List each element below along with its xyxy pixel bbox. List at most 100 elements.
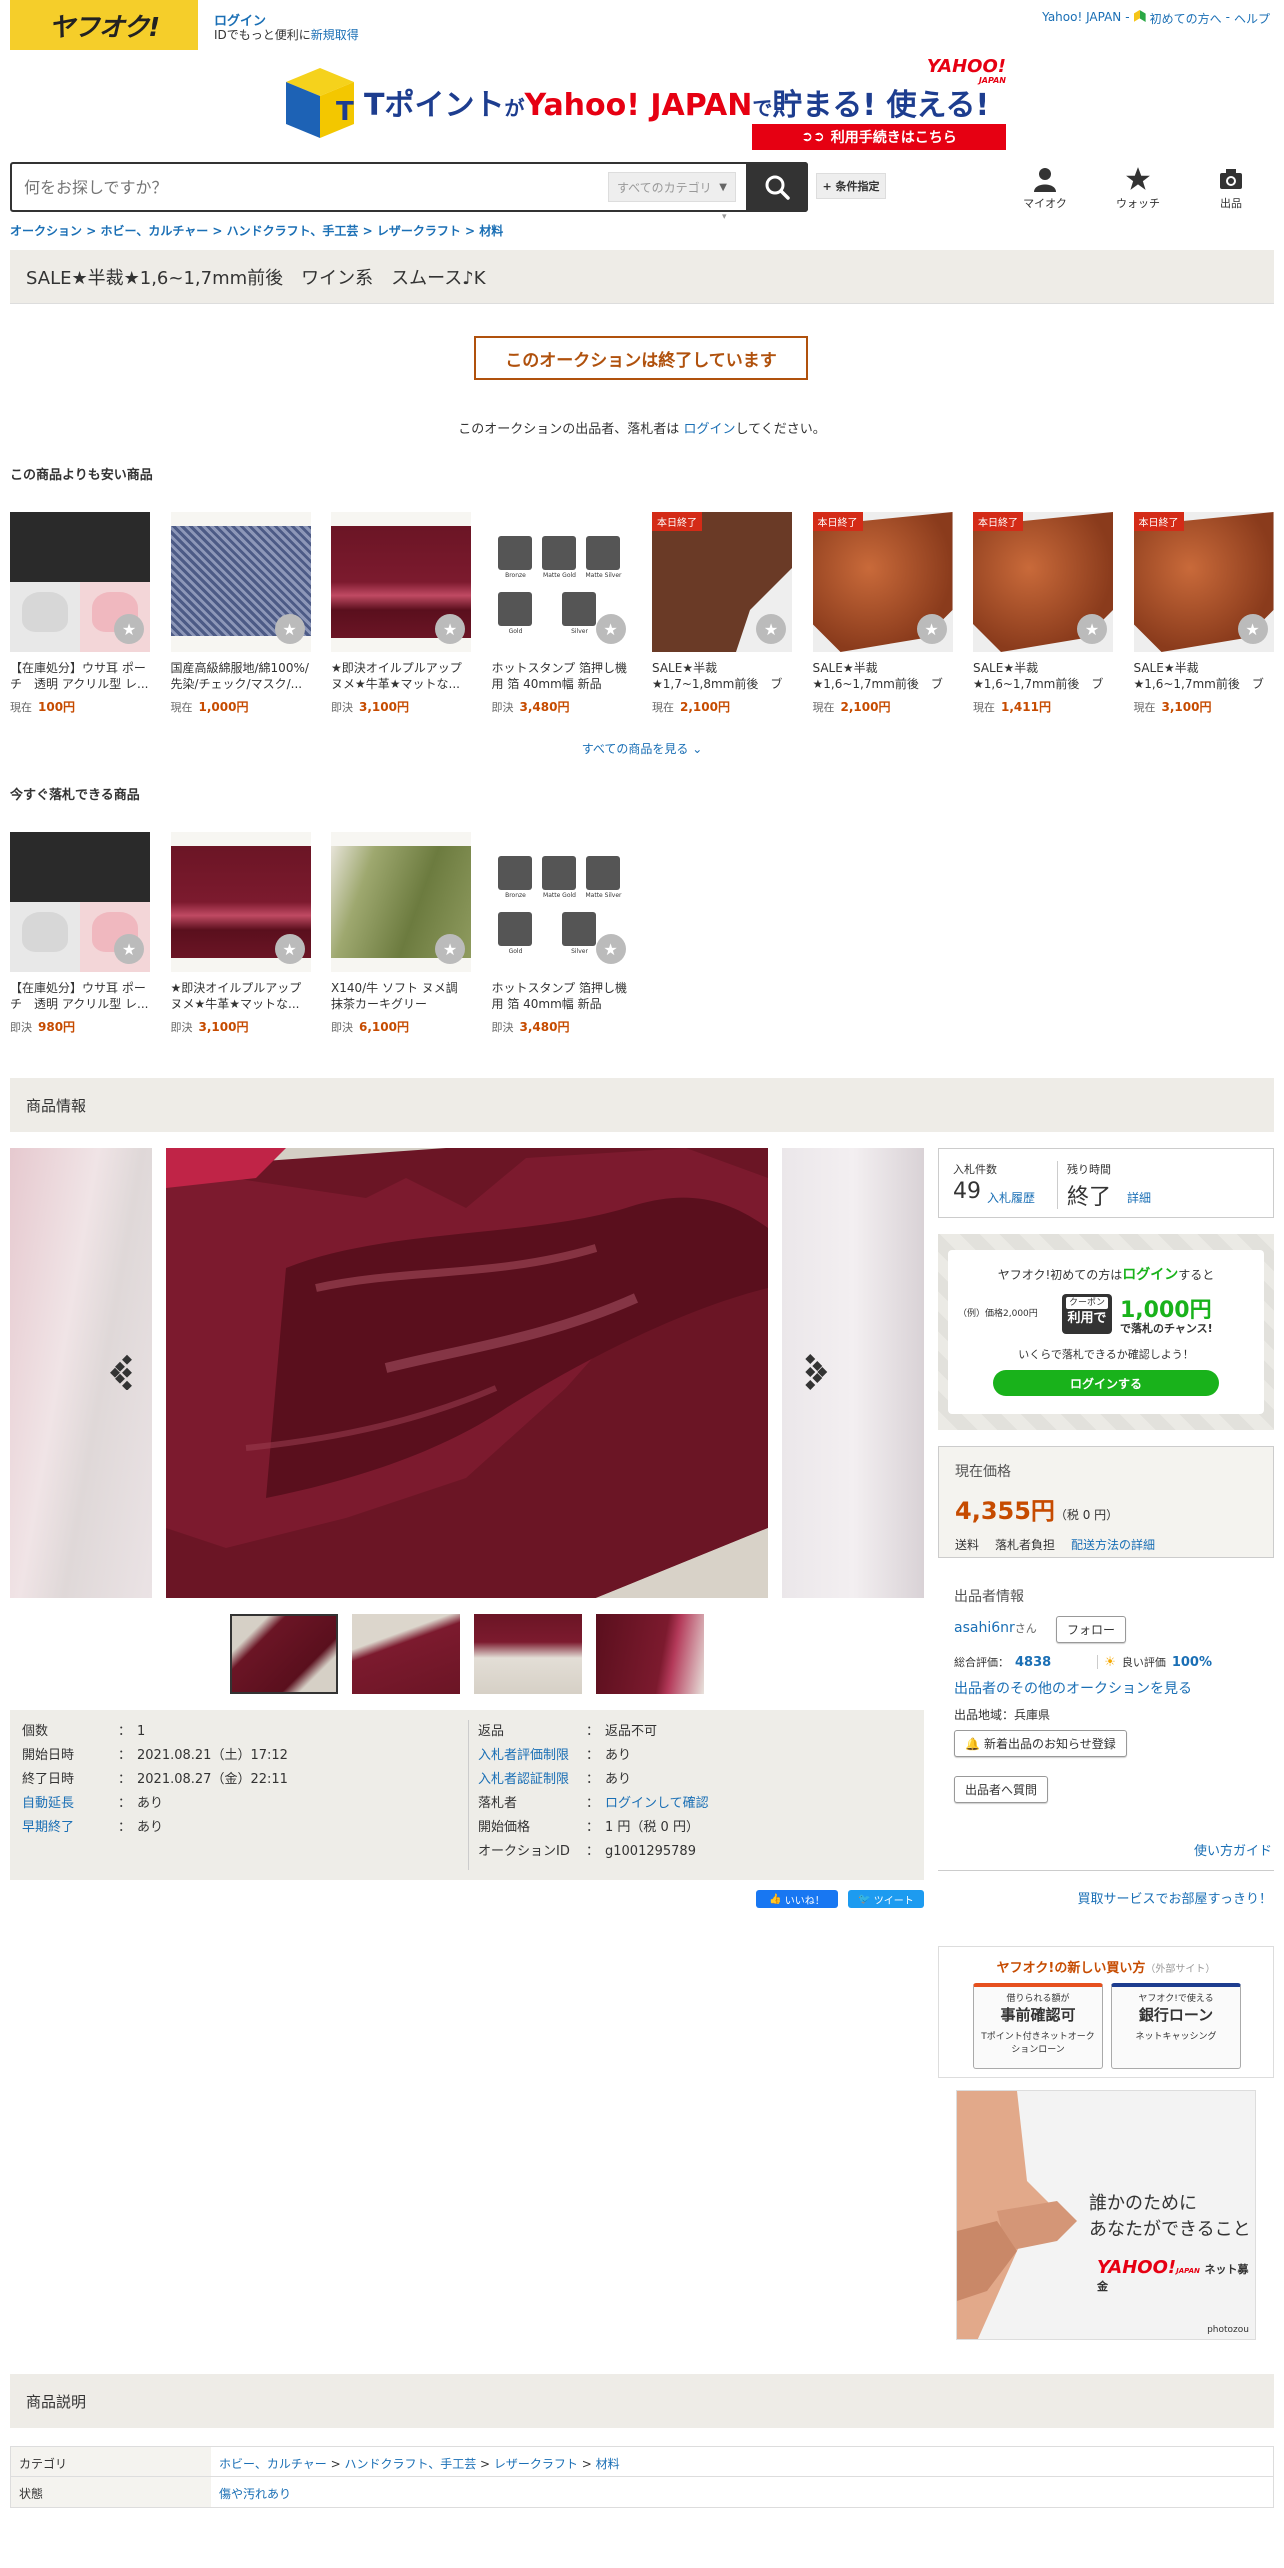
detail-label[interactable]: 入札者評価制限 [478,1744,586,1768]
breadcrumb-item[interactable]: オークション [10,224,82,238]
thumbnail-image[interactable] [352,1614,460,1694]
facebook-like-button[interactable]: 👍 いいね！ [756,1890,838,1908]
desc-category-link[interactable]: 材料 [596,2457,620,2471]
category-select[interactable]: すべてのカテゴリ ▼ [608,172,736,202]
watch-star-icon[interactable]: ★ [756,614,786,644]
detail-label[interactable]: 入札者認証制限 [478,1768,586,1792]
product-title[interactable]: SALE★半裁★1,6~1,7mm前後 ブラウン アン... [813,660,953,692]
product-card[interactable]: 本日終了 ★ SALE★半裁★1,7~1,8mm前後 ブラウン スム... 現在2,1… [652,512,792,715]
watch-star-icon[interactable]: ★ [274,614,305,644]
product-thumbnail[interactable]: ★ [170,512,311,652]
watch-star-icon[interactable]: ★ [1077,614,1107,644]
product-thumbnail[interactable]: Bronze Matte Gold Matte Silver Gold Silver ★ [491,512,632,652]
promo-login-button[interactable]: ログインする [993,1370,1219,1396]
loan-card[interactable]: 借りられる額が 事前確認可 Tポイント付きネットオークションローン [973,1983,1103,2069]
product-title[interactable]: 【在庫処分】ウサ耳 ポーチ 透明 アクリル型 レ... [10,980,150,1012]
product-card[interactable]: ★ 国産高級綿服地/綿100%/先染/チェック/マスク/... 現在 1,000円 [170,512,311,715]
product-thumbnail[interactable]: ★ [170,832,311,972]
watch-star-icon[interactable]: ★ [114,934,144,964]
watch-star-icon[interactable]: ★ [114,614,144,644]
product-title[interactable]: SALE★半裁★1,6~1,7mm前後 ブラウン アン... [1134,660,1274,692]
product-title[interactable]: ★即決オイルプルアップヌメ★牛革★マットな... [331,660,471,692]
product-card[interactable]: 本日終了 ★ SALE★半裁★1,6~1,7mm前後 ブラウン アン... 現在3,1… [1133,512,1274,715]
myauction-button[interactable]: マイオク [1010,166,1080,211]
bank-loan-card[interactable]: ヤフオク!で使える 銀行ローン ネットキャッシング [1111,1983,1241,2069]
product-card[interactable]: 本日終了 ★ SALE★半裁★1,6~1,7mm前後 ブラウン アン... 現在1,4… [973,512,1113,715]
product-title[interactable]: ホットスタンプ 箔押し機用 箔 40mm幅 新品 [492,980,632,1012]
product-card[interactable]: ★ ★即決オイルプルアップヌメ★牛革★マットな... 即決 3,100円 [331,512,471,715]
product-card[interactable]: ★ 【在庫処分】ウサ耳 ポーチ 透明 アクリル型 レ... 即決 980円 [10,832,150,1035]
shipping-detail-link[interactable]: 配送方法の詳細 [1071,1536,1155,1553]
product-title[interactable]: X140/牛 ソフト ヌメ調 抹茶カーキグリーン/231d... [331,980,471,1012]
signup-link[interactable]: 新規取得 [311,28,359,42]
product-card[interactable]: ★ ★即決オイルプルアップヌメ★牛革★マットな... 即決 3,100円 [170,832,311,1035]
product-title[interactable]: 国産高級綿服地/綿100%/先染/チェック/マスク/... [171,660,311,692]
product-title[interactable]: ホットスタンプ 箔押し機用 箔 40mm幅 新品 [492,660,632,692]
new-listing-notify-button[interactable]: 🔔 新着出品のお知らせ登録 [954,1730,1127,1757]
rating-link[interactable]: 4838 [1015,1655,1051,1670]
next-arrow-icon[interactable] [794,1354,828,1390]
conditions-button[interactable]: + 条件指定 [816,173,886,199]
desc-category-link[interactable]: ハンドクラフト、手工芸 [344,2457,476,2471]
thumbnail-image[interactable] [596,1614,704,1694]
breadcrumb-item[interactable]: ホビー、カルチャー [100,224,208,238]
product-thumbnail[interactable]: ★ [331,832,471,972]
product-title[interactable]: 【在庫処分】ウサ耳 ポーチ 透明 アクリル型 レ... [10,660,150,692]
search-button[interactable] [746,162,808,212]
detail-label[interactable]: 自動延長 [22,1792,118,1816]
product-thumbnail[interactable]: ★ [331,512,471,652]
product-thumbnail[interactable]: ★ [10,832,150,972]
product-thumbnail[interactable]: 本日終了 ★ [652,512,792,652]
detail-label[interactable]: 早期終了 [22,1816,118,1840]
banner-cta-button[interactable]: ➲➲ 利用手続きはこちら [752,124,1006,150]
follow-button[interactable]: フォロー [1056,1616,1127,1643]
breadcrumb-item[interactable]: ハンドクラフト、手工芸 [227,224,359,238]
guide-link[interactable]: 使い方ガイド [1194,1840,1272,1859]
ask-seller-button[interactable]: 出品者へ質問 [954,1776,1049,1803]
watch-star-icon[interactable]: ★ [595,614,626,644]
login-link-inline[interactable]: ログイン [683,422,735,437]
tpoint-banner[interactable]: T TポイントがYahoo! JAPANで貯まる! 使える! YAHOO! JAP… [286,58,1006,154]
product-thumbnail[interactable]: 本日終了 ★ [812,512,953,652]
seller-other-auctions-link[interactable]: 出品者のその他のオークションを見る [954,1678,1192,1698]
help-link[interactable]: ヘルプ [1234,10,1270,27]
watch-star-icon[interactable]: ★ [435,614,465,644]
beginner-link[interactable]: 初めての方へ [1150,10,1222,27]
tweet-button[interactable]: 🐦 ツイート [848,1890,924,1908]
product-thumbnail[interactable]: ★ [10,512,150,652]
bid-history-link[interactable]: 入札履歴 [987,1189,1035,1206]
main-product-image[interactable] [166,1148,768,1598]
yafuoku-logo[interactable]: ヤフオク! [10,0,198,50]
time-detail-link[interactable]: 詳細 [1127,1189,1151,1206]
watch-star-icon[interactable]: ★ [274,934,305,964]
watch-star-icon[interactable]: ★ [916,614,947,644]
thumbnail-image[interactable] [230,1614,338,1694]
product-title[interactable]: SALE★半裁★1,6~1,7mm前後 ブラウン アン... [973,660,1113,692]
yahoo-japan-link[interactable]: Yahoo! JAPAN [1042,10,1121,27]
prev-arrow-icon[interactable] [110,1354,144,1391]
product-card[interactable]: 本日終了 ★ SALE★半裁★1,6~1,7mm前後 ブラウン アン... 現在2,1… [812,512,953,715]
watch-button[interactable]: ウォッチ [1103,166,1173,211]
buyback-service-link[interactable]: 買取サービスでお部屋すっきり！ [1078,1888,1272,1907]
see-all-link[interactable]: すべての商品を見る ⌄ [0,740,1284,757]
product-card[interactable]: ★ 【在庫処分】ウサ耳 ポーチ 透明 アクリル型 レ... 現在 100円 [10,512,150,715]
product-card[interactable]: ★ X140/牛 ソフト ヌメ調 抹茶カーキグリーン/231d... 即決6,100… [331,832,471,1035]
product-thumbnail[interactable]: Bronze Matte Gold Matte Silver Gold Silver ★ [491,832,632,972]
watch-star-icon[interactable]: ★ [1237,614,1268,644]
watch-star-icon[interactable]: ★ [435,934,465,964]
product-thumbnail[interactable]: 本日終了 ★ [973,512,1113,652]
product-card[interactable]: Bronze Matte Gold Matte Silver Gold Silver ★ ホ… [491,512,632,715]
watch-star-icon[interactable]: ★ [595,934,626,964]
condition-value[interactable]: 傷や汚れあり [211,2477,299,2507]
desc-category-link[interactable]: ホビー、カルチャー [219,2457,327,2471]
search-input[interactable] [12,164,608,210]
charity-ad[interactable]: 誰かのために あなたができること YAHOO!JAPAN ネット募金 photo… [956,2090,1256,2340]
thumbnail-image[interactable] [474,1614,582,1694]
desc-category-link[interactable]: レザークラフト [494,2457,578,2471]
breadcrumb-item[interactable]: 材料 [479,224,503,238]
seller-name-link[interactable]: asahi6nr [954,1620,1015,1636]
breadcrumb-item[interactable]: レザークラフト [377,224,461,238]
sell-button[interactable]: 出品 [1196,166,1266,211]
product-thumbnail[interactable]: 本日終了 ★ [1133,512,1274,652]
product-title[interactable]: SALE★半裁★1,7~1,8mm前後 ブラウン スム... [652,660,792,692]
